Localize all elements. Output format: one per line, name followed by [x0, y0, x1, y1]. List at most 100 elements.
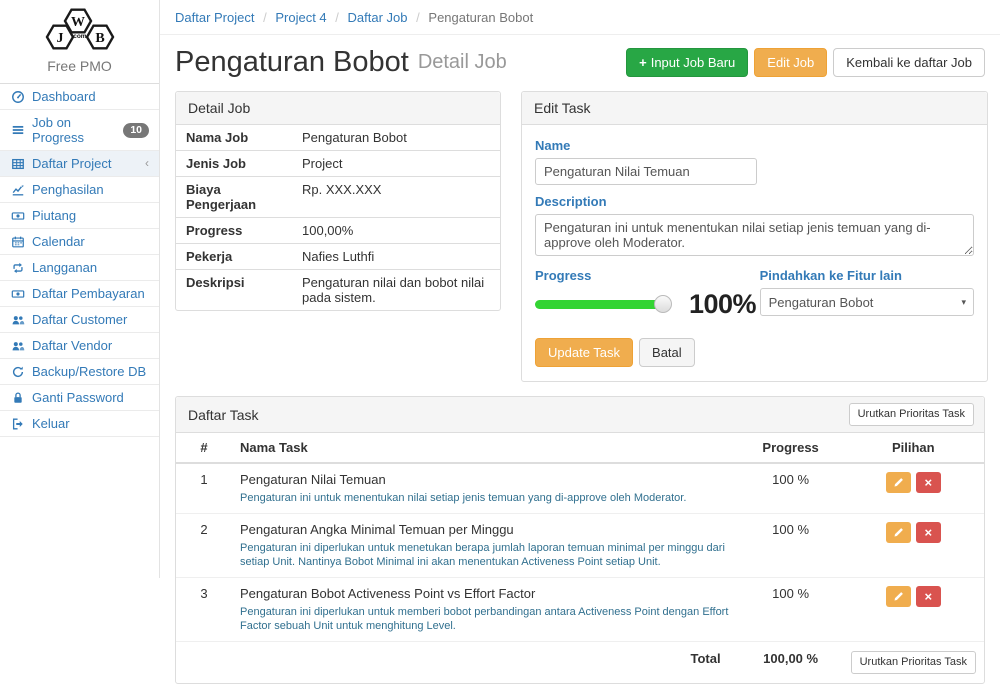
- task-table-footer-row: Total 100,00 % Urutkan Prioritas Task: [176, 642, 984, 684]
- input-job-baru-button[interactable]: + Input Job Baru: [626, 48, 748, 77]
- breadcrumb-separator: /: [258, 10, 272, 25]
- sidebar-item-label: Ganti Password: [32, 390, 124, 405]
- page-title: Pengaturan Bobot: [175, 46, 409, 78]
- sidebar-menu: Dashboard Job on Progress 10 Daftar Proj…: [0, 84, 159, 437]
- detail-job-title: Detail Job: [176, 92, 500, 125]
- task-name: Pengaturan Nilai Temuan: [240, 472, 731, 487]
- sidebar-item-piutang[interactable]: Piutang: [0, 203, 159, 229]
- detail-job-table: Nama Job Pengaturan Bobot Jenis Job Proj…: [176, 125, 500, 310]
- svg-text:J: J: [56, 31, 63, 46]
- table-icon: [10, 156, 25, 171]
- edit-task-row-button[interactable]: [886, 472, 911, 493]
- sidebar-item-daftar-customer[interactable]: Daftar Customer: [0, 307, 159, 333]
- column-num: #: [176, 433, 232, 463]
- plus-icon: +: [639, 55, 647, 70]
- move-feature-select[interactable]: Pengaturan Bobot: [760, 288, 974, 316]
- breadcrumb-separator: /: [330, 10, 344, 25]
- lock-icon: [10, 390, 25, 405]
- sidebar-item-label: Langganan: [32, 260, 97, 275]
- pencil-icon: [893, 477, 904, 488]
- total-value: 100,00 %: [739, 642, 843, 684]
- x-icon: ×: [925, 526, 933, 539]
- header-buttons: + Input Job Baru Edit Job Kembali ke daf…: [626, 48, 985, 77]
- sidebar-item-penghasilan[interactable]: Penghasilan: [0, 177, 159, 203]
- delete-task-row-button[interactable]: ×: [916, 472, 941, 493]
- detail-row-jenis-job: Jenis Job Project: [176, 151, 500, 177]
- sidebar-item-job-on-progress[interactable]: Job on Progress 10: [0, 110, 159, 151]
- task-description: Pengaturan ini untuk menentukan nilai se…: [240, 491, 731, 505]
- x-icon: ×: [925, 590, 933, 603]
- column-nama-task: Nama Task: [232, 433, 739, 463]
- sidebar: W J B .com Free PMO Dashboard Job on Pro…: [0, 0, 160, 578]
- kembali-button[interactable]: Kembali ke daftar Job: [833, 48, 985, 77]
- sidebar-item-daftar-vendor[interactable]: Daftar Vendor: [0, 333, 159, 359]
- money-icon: [10, 208, 25, 223]
- sort-priority-button-top[interactable]: Urutkan Prioritas Task: [849, 403, 974, 426]
- svg-text:B: B: [95, 31, 104, 46]
- update-task-button[interactable]: Update Task: [535, 338, 633, 367]
- batal-button[interactable]: Batal: [639, 338, 695, 367]
- description-label: Description: [535, 194, 974, 209]
- task-table-header-row: # Nama Task Progress Pilihan: [176, 433, 984, 463]
- svg-text:W: W: [71, 15, 85, 30]
- panels-row: Detail Job Nama Job Pengaturan Bobot Jen…: [160, 91, 1000, 382]
- sidebar-item-label: Job on Progress: [32, 115, 116, 145]
- progress-slider-handle[interactable]: [654, 295, 672, 313]
- edit-task-row-button[interactable]: [886, 522, 911, 543]
- progress-label: Progress: [535, 268, 760, 283]
- detail-row-nama-job: Nama Job Pengaturan Bobot: [176, 125, 500, 151]
- task-description: Pengaturan ini diperlukan untuk memberi …: [240, 605, 731, 633]
- brand-name: Free PMO: [0, 58, 159, 74]
- job-count-badge: 10: [123, 123, 149, 138]
- task-row: 1 Pengaturan Nilai Temuan Pengaturan ini…: [176, 463, 984, 514]
- sidebar-item-daftar-project[interactable]: Daftar Project ‹: [0, 151, 159, 177]
- users-icon: [10, 312, 25, 327]
- sidebar-item-daftar-pembayaran[interactable]: Daftar Pembayaran: [0, 281, 159, 307]
- breadcrumb-daftar-project[interactable]: Daftar Project: [175, 10, 254, 25]
- sidebar-item-langganan[interactable]: Langganan: [0, 255, 159, 281]
- sidebar-item-label: Daftar Pembayaran: [32, 286, 145, 301]
- breadcrumb-current: Pengaturan Bobot: [428, 10, 533, 25]
- breadcrumb-separator: /: [411, 10, 425, 25]
- task-row: 3 Pengaturan Bobot Activeness Point vs E…: [176, 578, 984, 642]
- money-icon: [10, 286, 25, 301]
- task-description-textarea[interactable]: Pengaturan ini untuk menentukan nilai se…: [535, 214, 974, 256]
- page-header: Pengaturan Bobot Detail Job + Input Job …: [160, 35, 1000, 91]
- task-name-input[interactable]: [535, 158, 757, 185]
- sidebar-item-label: Daftar Project: [32, 156, 111, 171]
- edit-task-row-button[interactable]: [886, 586, 911, 607]
- task-progress: 100 %: [739, 463, 843, 514]
- gauge-icon: [10, 89, 25, 104]
- sidebar-item-dashboard[interactable]: Dashboard: [0, 84, 159, 110]
- svg-text:.com: .com: [71, 33, 86, 40]
- task-table: # Nama Task Progress Pilihan 1 Pengatura…: [176, 433, 984, 683]
- detail-job-panel: Detail Job Nama Job Pengaturan Bobot Jen…: [175, 91, 501, 311]
- chevron-left-icon: ‹: [145, 156, 149, 171]
- sidebar-item-backup-restore[interactable]: Backup/Restore DB: [0, 359, 159, 385]
- breadcrumb-project-4[interactable]: Project 4: [275, 10, 326, 25]
- edit-job-button[interactable]: Edit Job: [754, 48, 827, 77]
- pencil-icon: [893, 527, 904, 538]
- breadcrumb-daftar-job[interactable]: Daftar Job: [348, 10, 408, 25]
- task-description: Pengaturan ini diperlukan untuk menetuka…: [240, 541, 731, 569]
- sort-priority-button-bottom[interactable]: Urutkan Prioritas Task: [851, 651, 976, 674]
- users-icon: [10, 338, 25, 353]
- daftar-task-panel: Daftar Task Urutkan Prioritas Task # Nam…: [175, 396, 985, 684]
- sidebar-item-label: Backup/Restore DB: [32, 364, 146, 379]
- progress-slider[interactable]: [535, 300, 665, 309]
- sidebar-item-ganti-password[interactable]: Ganti Password: [0, 385, 159, 411]
- task-row: 2 Pengaturan Angka Minimal Temuan per Mi…: [176, 514, 984, 578]
- sidebar-item-label: Dashboard: [32, 89, 96, 104]
- pencil-icon: [893, 591, 904, 602]
- detail-row-progress: Progress 100,00%: [176, 218, 500, 244]
- sidebar-item-calendar[interactable]: Calendar: [0, 229, 159, 255]
- move-column: Pindahkan ke Fitur lain Pengaturan Bobot…: [760, 259, 974, 320]
- delete-task-row-button[interactable]: ×: [916, 586, 941, 607]
- sidebar-item-keluar[interactable]: Keluar: [0, 411, 159, 437]
- breadcrumb: Daftar Project / Project 4 / Daftar Job …: [160, 0, 1000, 35]
- main-content: Daftar Project / Project 4 / Daftar Job …: [160, 0, 1000, 578]
- task-name: Pengaturan Bobot Activeness Point vs Eff…: [240, 586, 731, 601]
- column-pilihan: Pilihan: [843, 433, 984, 463]
- logo-block: W J B .com Free PMO: [0, 0, 159, 84]
- delete-task-row-button[interactable]: ×: [916, 522, 941, 543]
